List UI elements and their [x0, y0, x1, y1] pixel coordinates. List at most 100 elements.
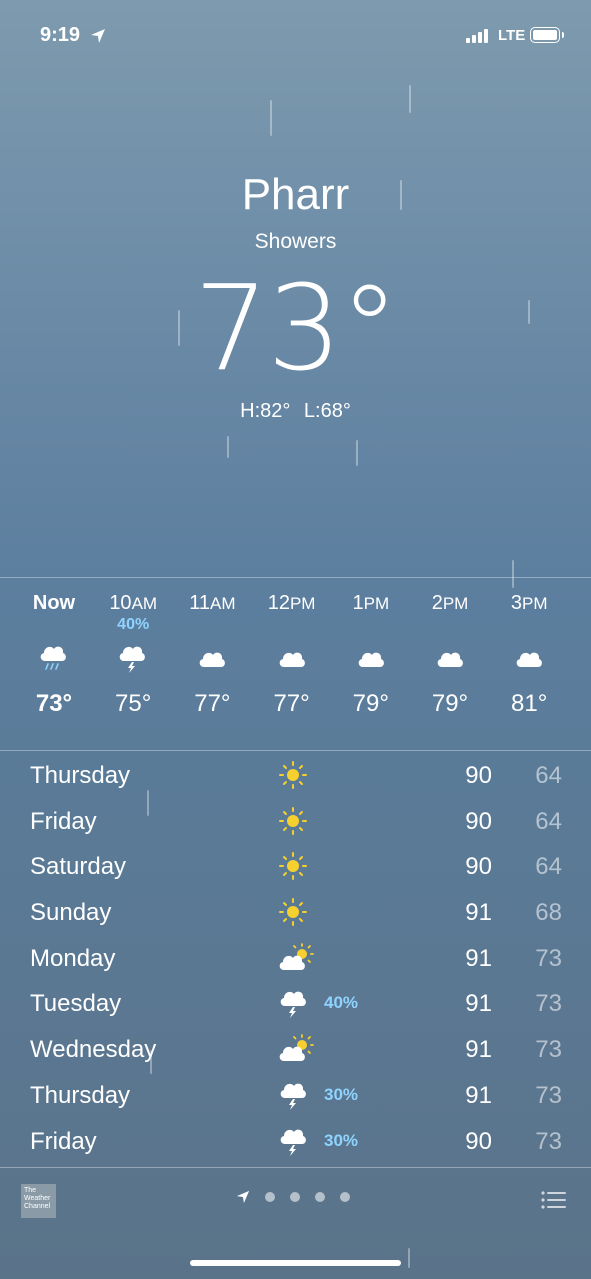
- current-location-icon: [236, 1190, 250, 1204]
- precip-chance: [331, 616, 411, 638]
- sun-icon: [278, 806, 314, 840]
- home-indicator[interactable]: [190, 1260, 401, 1266]
- hour-ampm: PM: [289, 594, 316, 613]
- low-temperature: 64: [535, 853, 562, 881]
- hourly-forecast[interactable]: Now 73° 10AM 40% 75° 11AM 77° 12PM 77° 1PM 79° 2PM 7…: [0, 580, 591, 750]
- precip-chance: [252, 616, 332, 638]
- day-name: Saturday: [30, 853, 127, 881]
- hour-ampm: AM: [131, 594, 158, 613]
- precip-chance: 30%: [324, 1130, 359, 1150]
- high-temperature: 90: [465, 1127, 492, 1155]
- page-dot[interactable]: [340, 1192, 350, 1202]
- hour-label: 10AM: [93, 592, 173, 616]
- high-low-temperature: H:82° L:68°: [240, 400, 351, 422]
- hourly-item: 3PM 81°: [489, 592, 569, 718]
- sun-icon: [278, 760, 314, 794]
- sun-icon: [278, 897, 314, 931]
- cloud-icon: [489, 638, 569, 678]
- daily-row: Sunday 91 68: [0, 893, 591, 939]
- hour-temperature: 75°: [115, 690, 152, 717]
- high-temperature: 90: [465, 853, 492, 881]
- daily-row: Friday 30% 90 73: [0, 1122, 591, 1168]
- hour-time: 2: [431, 592, 443, 614]
- page-indicator[interactable]: [236, 1190, 350, 1204]
- hour-label: 11AM: [172, 592, 252, 616]
- high-temperature: 91: [465, 1036, 492, 1064]
- hour-temperature: 81°: [511, 690, 548, 717]
- hour-ampm: PM: [363, 594, 390, 613]
- hour-time: 12: [267, 592, 290, 614]
- hour-temperature: 73°: [35, 690, 73, 717]
- hourly-item: 2PM 79°: [410, 592, 490, 718]
- high-temperature: 91: [465, 944, 492, 972]
- page-dot[interactable]: [315, 1192, 325, 1202]
- precip-chance: 30%: [324, 1084, 359, 1104]
- thunderstorm-cloud-icon: [278, 988, 314, 1022]
- day-name: Friday: [30, 807, 97, 835]
- day-name: Sunday: [30, 899, 112, 927]
- daily-row: Monday 91 73: [0, 939, 591, 985]
- divider: [0, 577, 591, 578]
- day-name: Wednesday: [30, 1036, 157, 1064]
- cloud-icon: [331, 638, 411, 678]
- hour-label: 3PM: [489, 592, 569, 616]
- daily-row: Wednesday 91 73: [0, 1030, 591, 1076]
- hour-time: 11: [189, 592, 211, 614]
- high-temperature: 90: [465, 762, 492, 789]
- weather-channel-logo[interactable]: The Weather Channel: [21, 1184, 56, 1218]
- partly-cloudy-icon: [278, 1034, 314, 1068]
- low-temperature: 68: [535, 899, 562, 927]
- bottom-toolbar: The Weather Channel: [0, 1168, 591, 1279]
- thunderstorm-cloud-icon: [93, 638, 173, 678]
- day-name: Friday: [30, 1127, 97, 1155]
- high-temperature: 91: [465, 990, 492, 1018]
- hour-label: Now: [14, 592, 94, 616]
- hour-time: Now: [32, 592, 76, 614]
- current-condition: Showers: [254, 230, 337, 253]
- daily-row: Saturday 90 64: [0, 847, 591, 893]
- hourly-item: 10AM 40% 75°: [93, 592, 173, 718]
- hourly-item: Now 73°: [14, 592, 94, 718]
- day-name: Tuesday: [30, 990, 122, 1018]
- high-temperature: 91: [465, 1081, 492, 1109]
- city-name: Pharr: [241, 170, 350, 219]
- hour-temperature: 77°: [273, 690, 310, 717]
- precip-chance: 40%: [324, 993, 359, 1013]
- status-time: 9:19: [40, 24, 81, 46]
- divider: [0, 750, 591, 751]
- low-temperature: 73: [535, 1127, 562, 1155]
- daily-row: Tuesday 40% 91 73: [0, 984, 591, 1030]
- thunderstorm-cloud-icon: [278, 1080, 314, 1114]
- current-temperature: 73°: [193, 259, 399, 397]
- hourly-item: 11AM 77°: [172, 592, 252, 718]
- city-list-icon[interactable]: [541, 1190, 567, 1210]
- precip-chance: [489, 616, 569, 638]
- high-temperature: 90: [465, 807, 492, 835]
- location-arrow-icon: [91, 29, 105, 43]
- day-name: Monday: [30, 944, 116, 972]
- hourly-item: 12PM 77°: [252, 592, 332, 718]
- daily-row: Friday 90 64: [0, 802, 591, 848]
- daily-forecast: Thursday 90 64 Friday 90 64 Saturday 90 64 Sunday…: [0, 756, 591, 1167]
- hourly-item: 1PM 79°: [331, 592, 411, 718]
- battery-icon: [530, 27, 564, 43]
- hour-temperature: 79°: [431, 690, 469, 717]
- day-name: Thursday: [30, 762, 131, 789]
- thunderstorm-cloud-icon: [278, 1126, 314, 1160]
- low-temperature: 73: [535, 990, 562, 1018]
- hour-label: 12PM: [252, 592, 332, 616]
- network-type: LTE: [498, 27, 526, 44]
- cloud-icon: [410, 638, 490, 678]
- hour-temperature: 77°: [194, 690, 231, 717]
- low-temperature: 73: [535, 1036, 562, 1064]
- hour-label: 2PM: [410, 592, 490, 616]
- hour-ampm: PM: [522, 594, 548, 613]
- page-dot[interactable]: [265, 1192, 275, 1202]
- sun-icon: [278, 851, 314, 885]
- precip-chance: [172, 616, 252, 638]
- hour-ampm: PM: [442, 594, 469, 613]
- hour-label: 1PM: [331, 592, 411, 616]
- status-bar: 9:19 LTE: [0, 22, 591, 52]
- hour-time: 3: [510, 592, 522, 614]
- page-dot[interactable]: [290, 1192, 300, 1202]
